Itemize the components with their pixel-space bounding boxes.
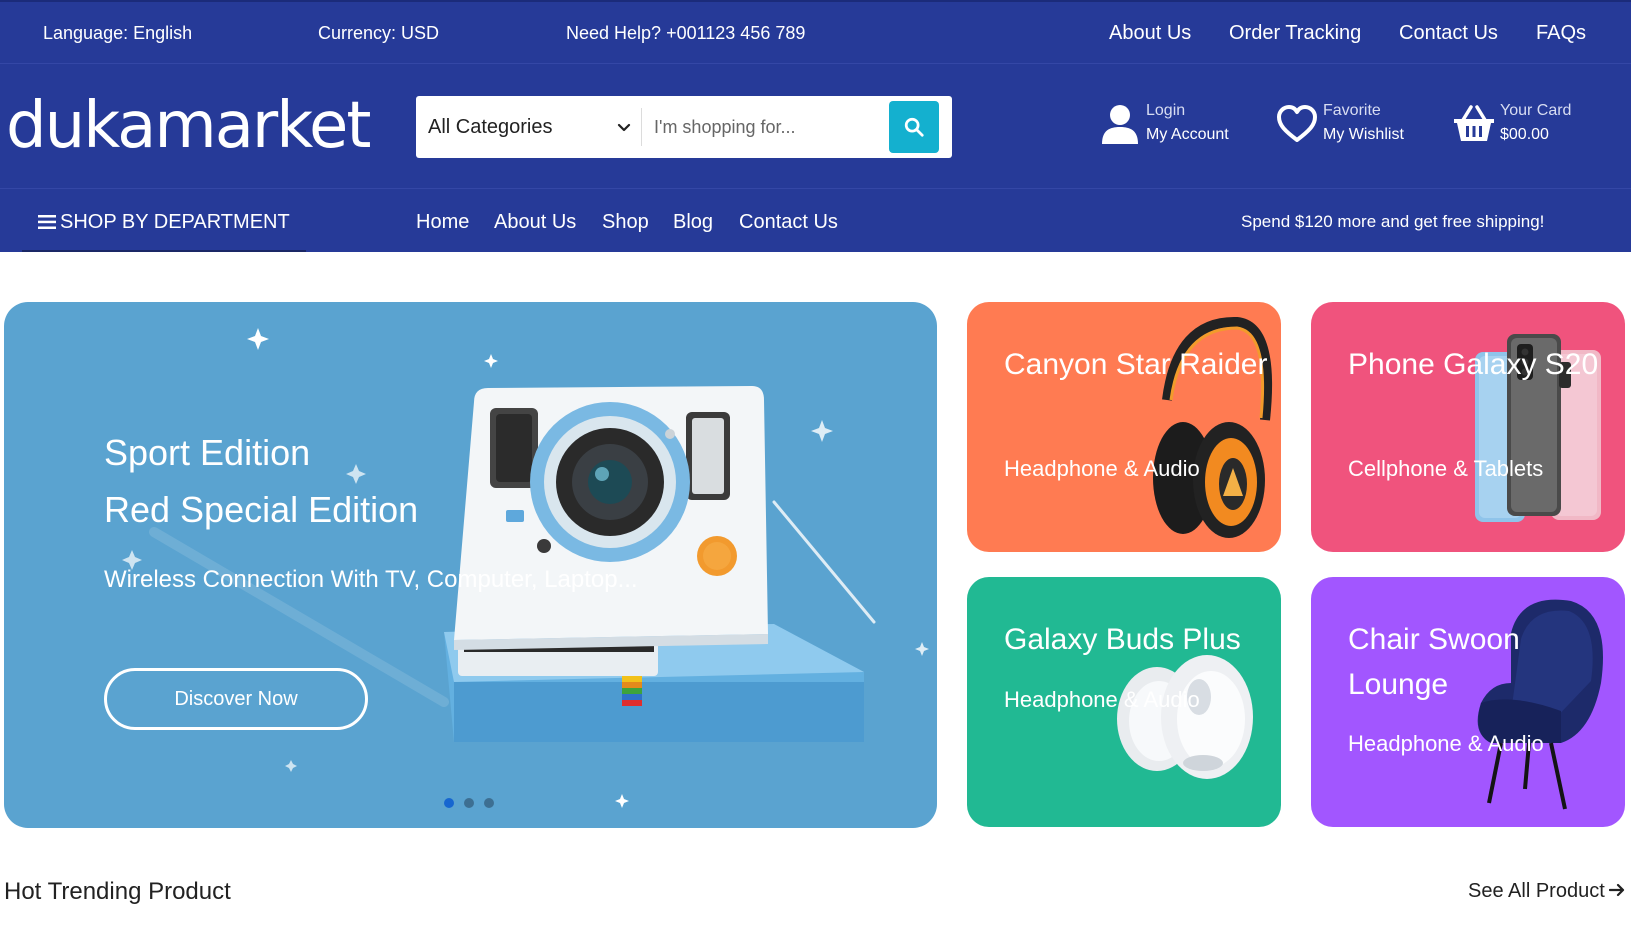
top-bar: Language: English Currency: USD Need Hel… [0, 0, 1631, 63]
see-all-label: See All Product [1468, 880, 1605, 902]
category-select[interactable]: All Categories [428, 96, 628, 158]
search-divider [641, 108, 642, 146]
slider-dot-3[interactable] [484, 798, 494, 808]
wishlist-sublabel: My Wishlist [1323, 126, 1404, 143]
wishlist-link[interactable]: Favorite My Wishlist [1275, 100, 1425, 152]
card-title: Phone Galaxy S20 [1348, 348, 1599, 381]
shop-by-department-button[interactable]: SHOP BY DEPARTMENT [22, 189, 306, 252]
user-icon [1102, 105, 1138, 144]
language-selector[interactable]: Language: English [43, 23, 192, 44]
help-phone: Need Help? +001123 456 789 [566, 23, 806, 43]
main-nav: SHOP BY DEPARTMENT Home About Us Shop Bl… [0, 189, 1631, 252]
card-title: Chair Swoon Lounge [1348, 623, 1520, 701]
hero-slider[interactable]: Sport Edition Red Special Edition Wirele… [4, 302, 937, 828]
promo-card-galaxy-buds-plus[interactable]: Galaxy Buds Plus Headphone & Audio [967, 577, 1281, 827]
hero-title-line2: Red Special Edition [104, 489, 419, 530]
account-label: Login [1146, 102, 1186, 119]
promo-card-chair-swoon-lounge[interactable]: Chair Swoon Lounge Headphone & Audio [1311, 577, 1625, 827]
search-input[interactable] [654, 106, 894, 148]
nav-link-contact-us[interactable]: Contact Us [739, 211, 838, 234]
card-category: Headphone & Audio [1348, 731, 1544, 756]
currency-selector[interactable]: Currency: USD [318, 23, 439, 44]
see-all-product-link[interactable]: See All Product [1468, 880, 1625, 903]
arrow-right-icon [1608, 883, 1624, 897]
basket-icon [1454, 105, 1494, 141]
chevron-down-icon[interactable] [612, 115, 636, 139]
topbar-link-about-us[interactable]: About Us [1109, 22, 1191, 45]
card-title: Galaxy Buds Plus [1004, 623, 1241, 656]
topbar-link-contact-us[interactable]: Contact Us [1399, 22, 1498, 45]
cart-link[interactable]: Your Card $00.00 [1452, 100, 1602, 152]
nav-link-home[interactable]: Home [416, 211, 469, 234]
card-category: Cellphone & Tablets [1348, 456, 1544, 481]
account-sublabel: My Account [1146, 126, 1229, 143]
site-logo[interactable]: dukamarket [6, 86, 371, 166]
cart-total: $00.00 [1500, 126, 1549, 143]
department-label: SHOP BY DEPARTMENT [60, 211, 290, 233]
card-title: Canyon Star Raider [1004, 348, 1268, 381]
promo-card-phone-galaxy-s20[interactable]: Phone Galaxy S20 Cellphone & Tablets [1311, 302, 1625, 552]
topbar-link-faqs[interactable]: FAQs [1536, 22, 1586, 45]
search-icon [904, 117, 924, 137]
nav-link-blog[interactable]: Blog [673, 211, 713, 234]
heart-icon [1277, 105, 1317, 142]
main-header: dukamarket All Categories Login My Accou… [0, 63, 1631, 189]
slider-dot-2[interactable] [464, 798, 474, 808]
hero-title-line1: Sport Edition [104, 432, 311, 473]
search-button[interactable] [889, 101, 939, 153]
section-title: Hot Trending Product [4, 878, 231, 905]
topbar-link-order-tracking[interactable]: Order Tracking [1229, 22, 1361, 45]
card-category: Headphone & Audio [1004, 687, 1200, 712]
free-shipping-notice: Spend $120 more and get free shipping! [1241, 212, 1545, 231]
menu-icon [38, 215, 56, 229]
slider-dot-1[interactable] [444, 798, 454, 808]
nav-link-about-us[interactable]: About Us [494, 211, 576, 234]
hero-subtitle: Wireless Connection With TV, Computer, L… [104, 566, 638, 593]
wishlist-label: Favorite [1323, 102, 1381, 119]
cart-label: Your Card [1500, 102, 1572, 119]
promo-card-canyon-star-raider[interactable]: Canyon Star Raider Headphone & Audio [967, 302, 1281, 552]
discover-now-button[interactable]: Discover Now [104, 668, 368, 730]
account-link[interactable]: Login My Account [1098, 100, 1248, 152]
nav-link-shop[interactable]: Shop [602, 211, 649, 234]
card-category: Headphone & Audio [1004, 456, 1200, 481]
search-bar: All Categories [416, 96, 952, 158]
